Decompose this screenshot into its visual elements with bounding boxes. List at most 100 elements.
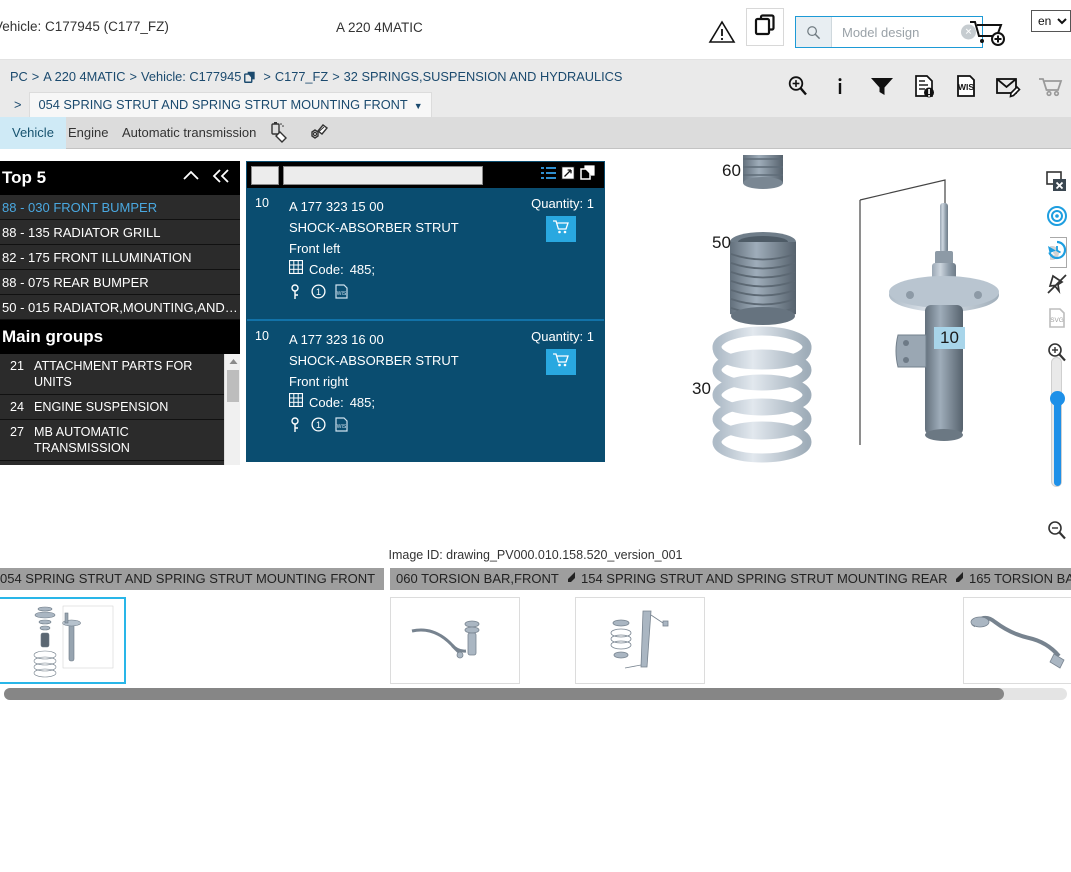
wis-document-icon[interactable]: WIS xyxy=(335,417,348,437)
add-to-cart-icon xyxy=(552,219,570,240)
diagram-label-60[interactable]: 60 xyxy=(722,161,741,181)
copy-icon[interactable] xyxy=(580,165,596,185)
bump-stop-part xyxy=(743,140,783,189)
model-design-search[interactable]: Model design ✕ xyxy=(795,16,983,48)
add-to-cart-icon[interactable] xyxy=(968,18,1008,48)
add-to-cart-button[interactable] xyxy=(546,216,576,242)
horizontal-scrollbar[interactable] xyxy=(4,688,1067,700)
thumbnail-item-0[interactable]: 054 SPRING STRUT AND SPRING STRUT MOUNTI… xyxy=(0,568,384,684)
mail-edit-icon[interactable] xyxy=(995,73,1021,99)
main-group-label: ATTACHMENT PARTS FOR UNITS xyxy=(34,359,193,389)
top5-title: Top 5 xyxy=(2,168,47,187)
svg-text:WIS: WIS xyxy=(337,291,347,297)
svg-text:WIS: WIS xyxy=(337,424,347,430)
diagram-label-10[interactable]: 10 xyxy=(934,327,965,349)
note-1-icon[interactable]: 1 xyxy=(311,417,326,437)
part-row[interactable]: 10 A 177 323 15 00 SHOCK-ABSORBER STRUT … xyxy=(247,188,604,321)
undo-history-icon[interactable] xyxy=(1042,233,1071,267)
top5-item-0[interactable]: 88 - 030 FRONT BUMPER xyxy=(0,195,240,220)
top5-item-2[interactable]: 82 - 175 FRONT ILLUMINATION xyxy=(0,245,240,270)
main-group-row[interactable]: 24 ENGINE SUSPENSION xyxy=(0,395,240,420)
part-position-number: 10 xyxy=(255,196,269,210)
main-groups-list: 21 ATTACHMENT PARTS FOR UNITS 24 ENGINE … xyxy=(0,354,240,465)
bolt-nut-icon[interactable] xyxy=(304,121,330,145)
copy-icon[interactable] xyxy=(243,69,257,91)
top5-item-3[interactable]: 88 - 075 REAR BUMPER xyxy=(0,270,240,295)
unpin-icon[interactable] xyxy=(1042,267,1071,301)
cart-icon[interactable] xyxy=(1037,73,1063,99)
breadcrumb-current[interactable]: 054 SPRING STRUT AND SPRING STRUT MOUNTI… xyxy=(29,92,432,120)
parts-filter-left-input[interactable] xyxy=(251,165,279,185)
thumbnail-label: 060 TORSION BAR,FRONT xyxy=(396,571,559,586)
top5-item-1[interactable]: 88 - 135 RADIATOR GRILL xyxy=(0,220,240,245)
scroll-up-arrow-icon[interactable] xyxy=(225,354,240,368)
zoom-out-icon[interactable] xyxy=(1042,513,1071,547)
chevron-down-icon[interactable]: ▼ xyxy=(414,101,423,111)
warning-triangle-icon[interactable] xyxy=(708,20,736,44)
breadcrumb-toolbar: WIS xyxy=(785,66,1063,106)
thumbnail-item-2[interactable]: 154 SPRING STRUT AND SPRING STRUT MOUNTI… xyxy=(575,568,963,684)
language-select[interactable]: en xyxy=(1031,10,1071,32)
tab-automatic-transmission[interactable]: Automatic transmission xyxy=(110,117,268,149)
chevron-up-icon[interactable] xyxy=(180,166,202,191)
breadcrumb-bar: PC > A 220 4MATIC > Vehicle: C177945 > C177_FZ… xyxy=(0,60,1071,120)
key-icon[interactable] xyxy=(289,416,302,438)
info-icon[interactable] xyxy=(827,73,853,99)
part-diagram[interactable]: 60 50 30 10 xyxy=(610,140,1050,555)
filter-icon[interactable] xyxy=(869,73,895,99)
main-group-row[interactable]: 27 MB AUTOMATIC TRANSMISSION xyxy=(0,420,240,461)
breadcrumb-item-3[interactable]: C177_FZ xyxy=(275,69,328,84)
breadcrumb: PC > A 220 4MATIC > Vehicle: C177945 > C177_FZ… xyxy=(10,66,690,120)
breadcrumb-item-4[interactable]: 32 SPRINGS,SUSPENSION AND HYDRAULICS xyxy=(344,69,623,84)
breadcrumb-item-2[interactable]: Vehicle: C177945 xyxy=(141,69,241,84)
scrollbar-thumb[interactable] xyxy=(227,370,239,402)
close-image-icon[interactable] xyxy=(1042,165,1071,199)
list-view-icon[interactable] xyxy=(541,166,556,185)
main-group-label: ENGINE SUSPENSION xyxy=(34,400,169,414)
edit-pencil-icon[interactable] xyxy=(955,568,963,590)
part-row[interactable]: 10 A 177 323 16 00 SHOCK-ABSORBER STRUT … xyxy=(247,321,604,454)
svg-text:WIS: WIS xyxy=(958,82,974,92)
vehicle-label: Vehicle: C177945 (C177_FZ) xyxy=(0,19,169,34)
part-code-label: Code: xyxy=(309,395,344,410)
zoom-in-icon[interactable] xyxy=(785,73,811,99)
parts-filter-input[interactable] xyxy=(283,165,483,185)
add-to-cart-button[interactable] xyxy=(546,349,576,375)
diagram-label-50[interactable]: 50 xyxy=(712,233,731,253)
key-icon[interactable] xyxy=(289,283,302,305)
thumbnail-item-1[interactable]: 060 TORSION BAR,FRONT xyxy=(390,568,575,684)
main-group-number: 24 xyxy=(10,400,25,414)
left-panel: Top 5 88 - 030 FRONT BUMPER 88 - 135 RAD… xyxy=(0,161,240,465)
double-chevron-left-icon[interactable] xyxy=(210,166,232,191)
thumbnail-item-3[interactable]: 165 TORSION BAR xyxy=(963,568,1071,684)
breadcrumb-item-1[interactable]: A 220 4MATIC xyxy=(43,69,125,84)
svg-export-icon[interactable]: SVG xyxy=(1042,301,1071,335)
part-code-label: Code: xyxy=(309,262,344,277)
main-group-row[interactable]: 21 ATTACHMENT PARTS FOR UNITS xyxy=(0,354,240,395)
edit-pencil-icon[interactable] xyxy=(567,568,575,590)
quantity-value: 1 xyxy=(586,329,594,344)
document-alert-icon[interactable] xyxy=(911,73,937,99)
diagram-label-30[interactable]: 30 xyxy=(692,379,711,399)
wis-document-icon[interactable]: WIS xyxy=(335,284,348,304)
target-reset-icon[interactable] xyxy=(1042,199,1071,233)
note-1-icon[interactable]: 1 xyxy=(311,284,326,304)
zoom-slider-fill xyxy=(1054,398,1061,486)
table-grid-icon xyxy=(288,392,304,414)
paint-spray-icon[interactable] xyxy=(268,121,294,145)
scrollbar-thumb[interactable] xyxy=(4,688,1004,700)
wis-document-icon[interactable]: WIS xyxy=(953,73,979,99)
zoom-slider[interactable] xyxy=(1050,357,1065,487)
breadcrumb-item-0[interactable]: PC xyxy=(10,69,28,84)
top5-header: Top 5 xyxy=(0,161,240,195)
zoom-slider-knob[interactable] xyxy=(1050,391,1065,406)
top5-item-4[interactable]: 50 - 015 RADIATOR,MOUNTING,AND C... xyxy=(0,295,240,320)
copy-button[interactable] xyxy=(746,8,784,46)
expand-icon[interactable] xyxy=(561,165,575,185)
main-group-number: 21 xyxy=(10,359,25,373)
image-toolbar: SVG xyxy=(1042,165,1071,545)
main-groups-scrollbar[interactable] xyxy=(224,354,240,465)
breadcrumb-separator: > xyxy=(129,69,138,84)
thumbnail-caption: 165 TORSION BAR xyxy=(963,568,1071,590)
edit-pencil-icon[interactable] xyxy=(383,568,384,590)
